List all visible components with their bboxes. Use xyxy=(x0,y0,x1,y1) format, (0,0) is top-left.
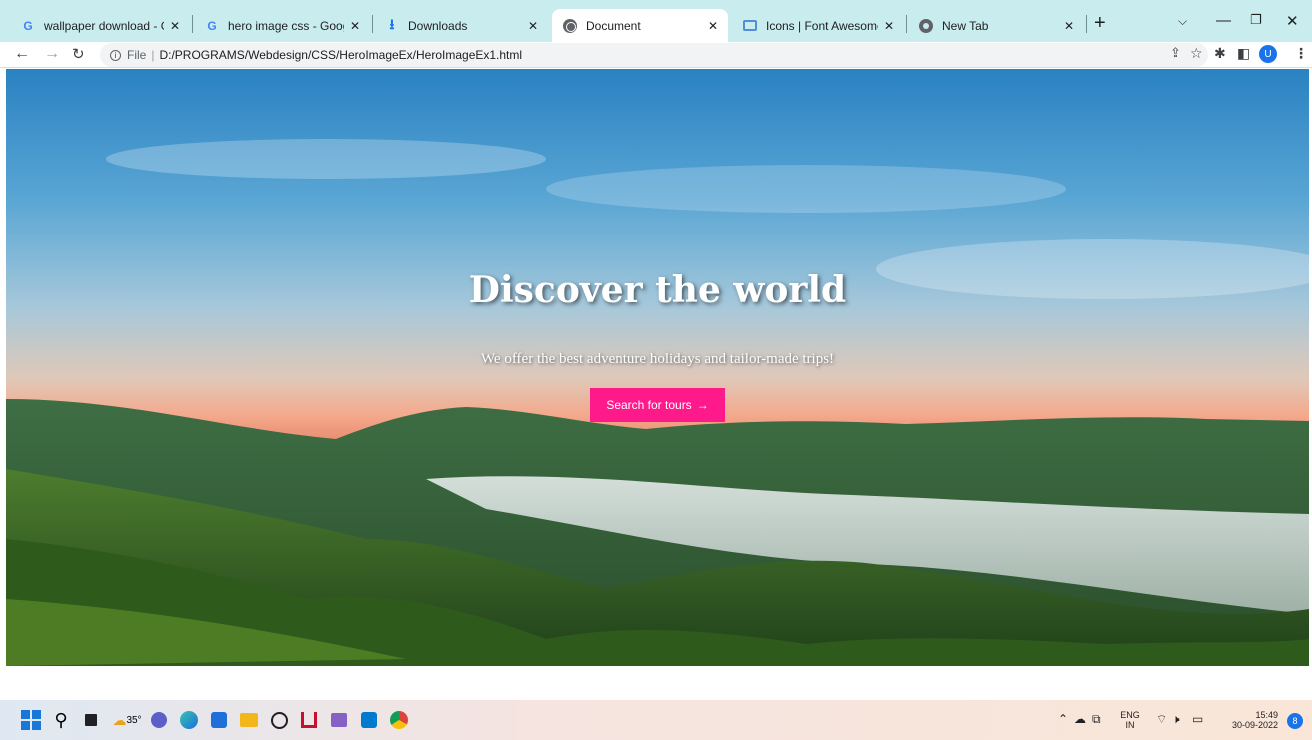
restore-icon[interactable]: ❐ xyxy=(1250,12,1262,28)
address-bar[interactable]: i File | D:/PROGRAMS/Webdesign/CSS/HeroI… xyxy=(100,43,1208,67)
tab-wallpaper-download[interactable]: G wallpaper download - Goo ✕ xyxy=(10,9,190,42)
back-arrow-icon[interactable]: ← xyxy=(14,45,30,63)
tab-divider xyxy=(906,15,907,33)
download-icon: ⭳ xyxy=(389,15,395,32)
tab-new-tab[interactable]: New Tab ✕ xyxy=(908,9,1084,42)
tab-font-awesome[interactable]: Icons | Font Awesome ✕ xyxy=(732,9,904,42)
close-tab-icon[interactable]: ✕ xyxy=(350,19,360,33)
close-tab-icon[interactable]: ✕ xyxy=(884,19,894,33)
tab-title: Icons | Font Awesome xyxy=(766,18,878,33)
close-tab-icon[interactable]: ✕ xyxy=(528,19,538,33)
minimize-icon[interactable]: — xyxy=(1216,12,1231,29)
show-hidden-icons-chevron-icon[interactable]: ⌃ xyxy=(1058,712,1068,726)
tab-title: wallpaper download - Goo xyxy=(44,18,164,33)
chrome-icon xyxy=(918,18,934,34)
chrome-taskbar-icon[interactable] xyxy=(388,709,410,731)
reload-icon[interactable]: ↻ xyxy=(72,45,85,63)
task-view-icon[interactable] xyxy=(80,709,102,731)
hero-content: Discover the world We offer the best adv… xyxy=(6,69,1309,666)
tab-title: Document xyxy=(586,18,641,33)
language-indicator[interactable]: ENG IN xyxy=(1118,710,1142,730)
url-separator: | xyxy=(151,48,155,62)
tab-downloads[interactable]: ⭳ Downloads ✕ xyxy=(374,9,548,42)
tab-title: New Tab xyxy=(942,18,989,33)
url-scheme: File xyxy=(127,48,147,62)
close-window-icon[interactable]: ✕ xyxy=(1286,12,1299,30)
menu-kebab-icon[interactable]: ⋮ xyxy=(1294,45,1308,62)
network-status-icon[interactable]: ⧉ xyxy=(1092,712,1101,727)
side-panel-icon[interactable]: ◧ xyxy=(1237,45,1250,62)
search-tours-label: Search for tours xyxy=(606,398,692,412)
sun-cloud-icon: ☁ xyxy=(112,711,127,728)
globe-icon xyxy=(562,18,578,34)
tab-hero-image-css[interactable]: G hero image css - Google Se ✕ xyxy=(194,9,370,42)
wifi-icon[interactable]: ⌔ xyxy=(1156,712,1167,727)
google-icon: G xyxy=(207,18,217,33)
clock-time: 15:49 xyxy=(1255,710,1278,720)
language-code: ENG xyxy=(1120,710,1140,720)
browser-tab-strip: G wallpaper download - Goo ✕ G hero imag… xyxy=(0,0,1312,42)
file-explorer-icon[interactable] xyxy=(238,709,260,731)
clock-date: 30-09-2022 xyxy=(1231,720,1278,730)
start-button[interactable] xyxy=(20,709,42,731)
url-text: D:/PROGRAMS/Webdesign/CSS/HeroImageEx/He… xyxy=(159,48,523,62)
edge-icon[interactable] xyxy=(178,709,200,731)
flag-icon xyxy=(742,18,758,34)
close-tab-icon[interactable]: ✕ xyxy=(708,19,718,33)
tab-divider xyxy=(1086,15,1087,33)
mcafee-icon[interactable] xyxy=(298,709,320,731)
visual-studio-icon[interactable] xyxy=(328,709,350,731)
notification-badge[interactable]: 8 xyxy=(1287,713,1303,729)
hero-subtitle: We offer the best adventure holidays and… xyxy=(480,351,835,367)
tab-divider xyxy=(372,15,373,33)
windows-taskbar: ⚲ ☁ 35° ⌃ ☁ ⧉ ENG IN ⌔ 🕨 ▭ 15:49 30-09-2… xyxy=(0,700,1312,740)
search-tours-button[interactable]: Search for tours → xyxy=(590,388,725,422)
tab-search-chevron-icon[interactable]: ⌵ xyxy=(1178,14,1187,29)
tab-title: hero image css - Google Se xyxy=(228,18,344,33)
volume-muted-icon[interactable]: 🕨 xyxy=(1172,712,1180,727)
tab-title: Downloads xyxy=(408,18,468,33)
profile-avatar[interactable]: U xyxy=(1259,45,1277,63)
weather-widget[interactable]: ☁ 35° xyxy=(110,709,144,731)
vscode-icon[interactable] xyxy=(358,709,380,731)
clock[interactable]: 15:49 30-09-2022 xyxy=(1218,710,1278,730)
weather-temperature: 35° xyxy=(126,714,142,726)
tab-divider xyxy=(192,15,193,33)
browser-toolbar: ← → ↻ i File | D:/PROGRAMS/Webdesign/CSS… xyxy=(0,42,1312,68)
store-icon[interactable] xyxy=(208,709,230,731)
info-icon[interactable]: i xyxy=(110,49,121,61)
bookmark-star-icon[interactable]: ☆ xyxy=(1190,45,1203,62)
onedrive-cloud-icon[interactable]: ☁ xyxy=(1074,712,1086,726)
close-tab-icon[interactable]: ✕ xyxy=(170,19,180,33)
hero-section: Discover the world We offer the best adv… xyxy=(6,69,1309,666)
windows-logo-icon xyxy=(21,710,41,730)
tab-document[interactable]: Document ✕ xyxy=(552,9,728,42)
new-tab-button[interactable]: + xyxy=(1094,12,1106,35)
region-code: IN xyxy=(1125,720,1135,730)
forward-arrow-icon[interactable]: → xyxy=(44,45,60,63)
google-icon: G xyxy=(23,18,33,33)
dell-icon[interactable] xyxy=(268,709,290,731)
battery-icon[interactable]: ▭ xyxy=(1192,712,1203,726)
arrow-right-icon: → xyxy=(696,398,709,412)
search-icon[interactable]: ⚲ xyxy=(50,709,72,731)
extensions-puzzle-icon[interactable]: ✱ xyxy=(1214,45,1226,62)
close-tab-icon[interactable]: ✕ xyxy=(1064,19,1074,33)
share-icon[interactable]: ⇪ xyxy=(1170,45,1181,61)
hero-title: Discover the world xyxy=(468,269,847,311)
meet-icon[interactable] xyxy=(148,709,170,731)
